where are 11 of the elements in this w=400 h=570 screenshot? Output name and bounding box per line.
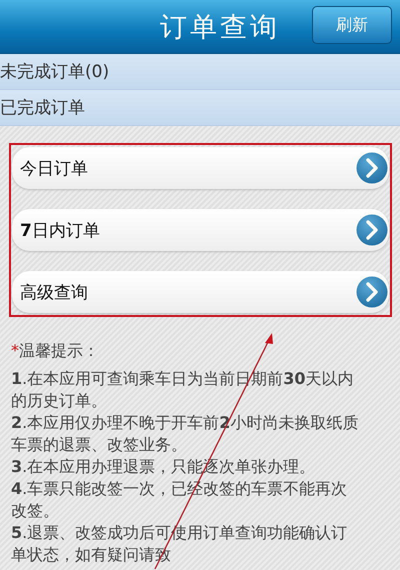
page-title: 订单查询 bbox=[160, 10, 280, 44]
menu-item[interactable]: 今日订单 bbox=[12, 147, 389, 189]
section-header[interactable]: 未完成订单(0) bbox=[0, 54, 400, 90]
chevron-icon bbox=[356, 276, 388, 308]
chevron-icon bbox=[356, 152, 388, 184]
section-header[interactable]: 已完成订单 bbox=[0, 90, 400, 126]
tips-title: *温馨提示： bbox=[11, 341, 100, 362]
menu-item[interactable]: 7日内订单 bbox=[12, 209, 389, 251]
tip-text: 1.在本应用可查询乘车日为当前日期前30天以内的历史订单。 bbox=[11, 368, 354, 412]
chevron-icon bbox=[356, 214, 388, 246]
menu-item[interactable]: 高级查询 bbox=[12, 271, 389, 313]
